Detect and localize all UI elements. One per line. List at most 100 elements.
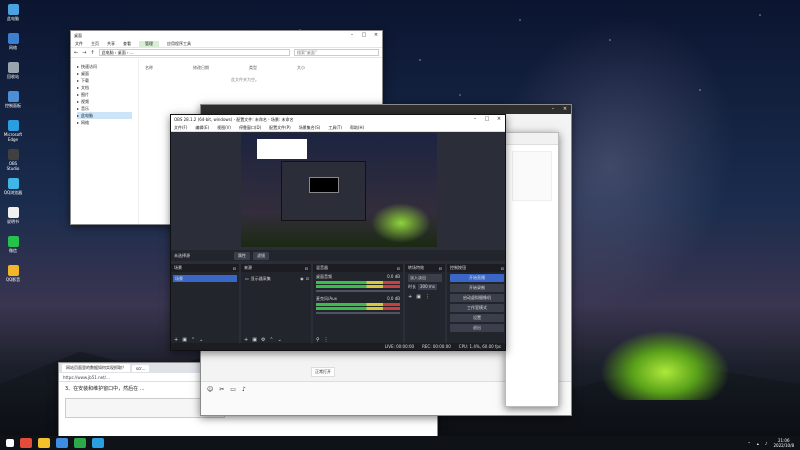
desktop-icon[interactable]: OBS Studio (2, 149, 24, 171)
add-icon[interactable]: + (408, 294, 412, 300)
duration-input[interactable]: 300 ms (418, 284, 437, 290)
volume-slider[interactable] (316, 312, 400, 314)
nav-item[interactable]: ▸ 音乐 (77, 105, 132, 112)
control-button[interactable]: 启动虚拟摄像机 (450, 294, 504, 302)
browser-icon[interactable] (56, 438, 68, 448)
clock[interactable]: 21:06 2022/10/8 (773, 438, 794, 448)
control-button[interactable]: 开始直播 (450, 274, 504, 282)
column-header[interactable]: 类型 (249, 65, 257, 71)
close-icon[interactable]: × (496, 116, 502, 123)
side-web-panel[interactable] (505, 132, 559, 407)
transitions-title: 转场特效 (408, 265, 424, 270)
desktop-icon[interactable]: 控制面板 (2, 91, 24, 109)
forward-arrow-icon[interactable]: → (82, 50, 86, 56)
search-input[interactable]: 搜索"桌面" (294, 49, 379, 56)
ribbon-tab[interactable]: 共享 (107, 41, 115, 47)
desktop-icon[interactable]: 此电脑 (2, 4, 24, 22)
mic-icon[interactable]: ♪ (242, 386, 246, 393)
obs-studio-window[interactable]: OBS 28.1.2 (64-bit, windows) - 配置文件: 未命名… (170, 114, 506, 351)
menu-item[interactable]: 视图(V) (217, 125, 231, 131)
close-icon[interactable]: × (373, 32, 379, 39)
menu-item[interactable]: 文件(F) (174, 125, 187, 131)
taskbar-app-icon[interactable] (20, 438, 32, 448)
minimize-icon[interactable]: – (472, 116, 478, 123)
dock-menu-icon[interactable]: ⊟ (233, 266, 236, 271)
menu-item[interactable]: 帮助(H) (350, 125, 364, 131)
network-icon[interactable]: ▴ (757, 441, 759, 446)
emoji-icon[interactable]: ☺ (207, 386, 213, 393)
nav-item[interactable]: ▸ 文档 (77, 84, 132, 91)
folder-icon[interactable]: ▭ (230, 386, 236, 393)
chat-titlebar[interactable]: – × (201, 105, 571, 114)
ribbon-tab[interactable]: 应用程序工具 (167, 41, 191, 47)
dock-menu-icon[interactable]: ⊟ (397, 266, 400, 271)
volume-slider[interactable] (316, 290, 400, 292)
desktop-icon[interactable]: 微信 (2, 236, 24, 254)
browser-tab[interactable]: 网站页面里的数据如何实现抓取？ (62, 364, 130, 372)
eye-icon[interactable]: ◉ (300, 275, 304, 282)
desktop-icon[interactable]: 回收站 (2, 62, 24, 80)
menu-item[interactable]: 停靠窗口(D) (239, 125, 261, 131)
obs-titlebar[interactable]: OBS 28.1.2 (64-bit, windows) - 配置文件: 未命名… (171, 115, 505, 124)
menu-item[interactable]: 配置文件(P) (269, 125, 291, 131)
transition-select[interactable]: 淡入淡出 (408, 274, 442, 282)
desktop-icon[interactable]: QQ影音 (2, 265, 24, 283)
menu-item[interactable]: 场景集合(S) (299, 125, 321, 131)
desktop-icon-label: 说明书 (7, 219, 19, 224)
ribbon-tab[interactable]: 管理 (139, 40, 159, 47)
nav-item[interactable]: ▸ 下载 (77, 77, 132, 84)
more-icon[interactable]: ⋮ (425, 294, 430, 300)
column-header[interactable]: 修改日期 (193, 65, 209, 71)
maximize-icon[interactable]: □ (361, 32, 367, 39)
nav-item[interactable]: ▸ 视频 (77, 98, 132, 105)
menu-item[interactable]: 编辑(E) (195, 125, 209, 131)
trash-icon[interactable]: ▣ (416, 294, 421, 300)
dock-menu-icon[interactable]: ⊟ (501, 266, 504, 271)
edge-icon[interactable] (92, 438, 104, 448)
minimize-icon[interactable]: – (550, 106, 556, 113)
back-arrow-icon[interactable]: ← (74, 50, 78, 56)
ribbon-tab[interactable]: 查看 (123, 41, 131, 47)
ribbon-tab[interactable]: 文件 (75, 41, 83, 47)
wechat-icon[interactable] (74, 438, 86, 448)
browser-tab[interactable]: scr... (132, 364, 150, 372)
lock-icon[interactable]: ⊡ (306, 275, 309, 282)
control-button[interactable]: 开始录制 (450, 284, 504, 292)
chevron-up-icon[interactable]: ⌃ (748, 441, 751, 446)
nav-item[interactable]: ▸ 快速访问 (77, 63, 132, 70)
ribbon-tab[interactable]: 主页 (91, 41, 99, 47)
desktop-icon[interactable]: Microsoft Edge (2, 120, 24, 142)
filters-button[interactable]: 滤镜 (253, 251, 269, 260)
desktop-icon[interactable]: QQ浏览器 (2, 178, 24, 196)
dock-menu-icon[interactable]: ⊟ (439, 266, 442, 271)
nav-item[interactable]: ▸ 桌面 (77, 70, 132, 77)
control-button[interactable]: 设置 (450, 314, 504, 322)
obs-preview[interactable] (241, 133, 437, 247)
scene-item[interactable]: 场景 (173, 275, 237, 282)
control-button[interactable]: 工作室模式 (450, 304, 504, 312)
folder-icon: ▸ (77, 120, 80, 125)
minimize-icon[interactable]: – (349, 32, 355, 39)
maximize-icon[interactable]: □ (484, 116, 490, 123)
menu-item[interactable]: 工具(T) (328, 125, 342, 131)
scissors-icon[interactable]: ✂ (219, 386, 224, 393)
dock-menu-icon[interactable]: ⊟ (305, 266, 308, 271)
control-button[interactable]: 退出 (450, 324, 504, 332)
volume-icon[interactable]: ♪ (765, 441, 768, 446)
nav-item[interactable]: ▸ 图片 (77, 91, 132, 98)
nav-item[interactable]: ▸ 此电脑 (77, 112, 132, 119)
nav-item[interactable]: ▸ 网络 (77, 119, 132, 126)
start-icon[interactable] (6, 439, 14, 447)
desktop-icon[interactable]: 说明书 (2, 207, 24, 225)
path-input[interactable]: 此电脑 › 桌面 › ... (98, 49, 290, 56)
duration-row: 时长 300 ms (408, 284, 442, 290)
source-item[interactable]: ▭ 显示器采集 ◉ ⊡ (243, 275, 309, 282)
up-arrow-icon[interactable]: ↑ (90, 50, 94, 56)
close-icon[interactable]: × (562, 106, 568, 113)
desktop-icon[interactable]: 网络 (2, 33, 24, 51)
explorer-titlebar[interactable]: 桌面 – □ × (71, 31, 382, 40)
column-header[interactable]: 名称 (145, 65, 153, 71)
properties-button[interactable]: 属性 (234, 251, 250, 260)
column-header[interactable]: 大小 (297, 65, 305, 71)
folder-icon[interactable] (38, 438, 50, 448)
